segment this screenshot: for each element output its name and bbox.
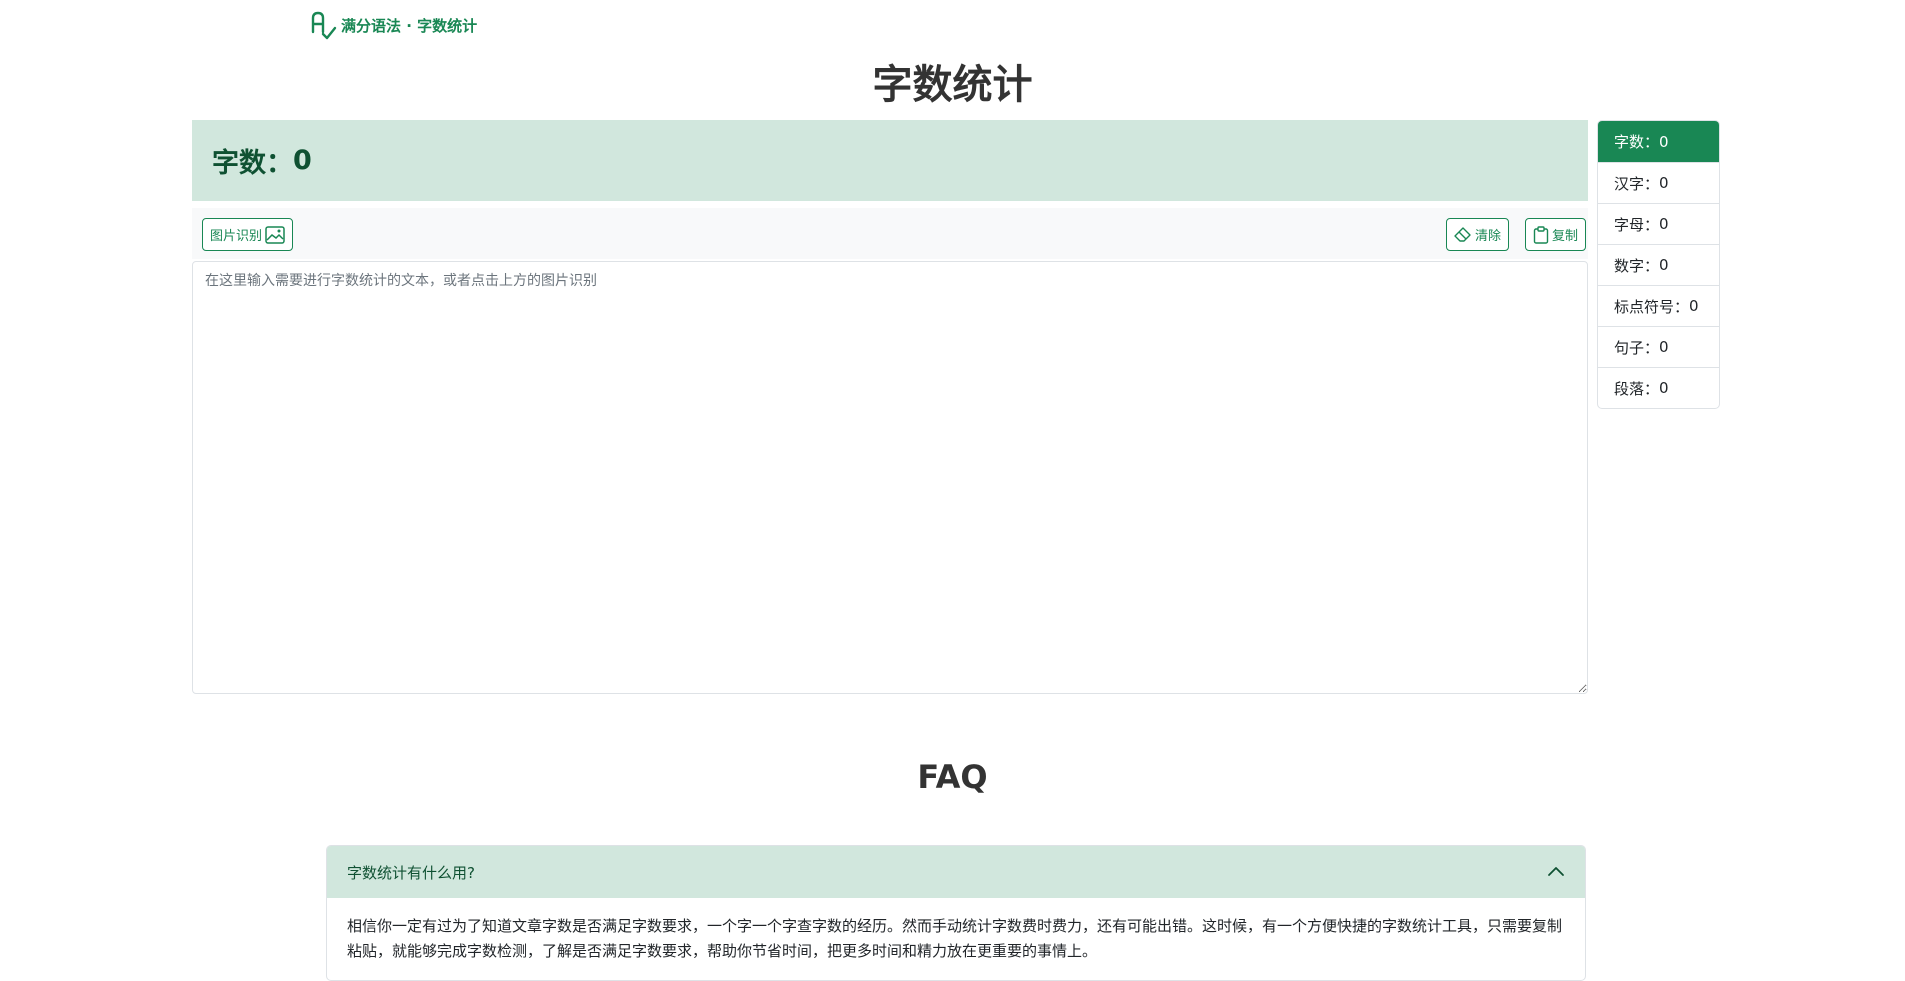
stat-total-chars: 字数： 0 (1598, 121, 1719, 162)
faq-answer: 相信你一定有过为了知道文章字数是否满足字数要求，一个字一个字查字数的经历。然而手… (347, 917, 1563, 960)
faq-question-toggle[interactable]: 字数统计有什么用? (327, 846, 1585, 898)
grammar-check-logo-icon (309, 10, 337, 40)
stat-value: 0 (1659, 379, 1669, 397)
stat-letters: 字母： 0 (1598, 203, 1719, 244)
eraser-icon (1454, 226, 1472, 243)
image-ocr-button[interactable]: 图片识别 (202, 218, 294, 251)
clipboard-icon (1533, 225, 1549, 244)
stat-sentences: 句子： 0 (1598, 326, 1719, 367)
faq-question: 字数统计有什么用? (347, 863, 475, 882)
image-icon (265, 225, 285, 244)
chevron-up-icon (1547, 863, 1565, 881)
word-count-label: 字数： (212, 148, 293, 179)
stat-label: 汉字： (1614, 174, 1660, 193)
faq-accordion-item: 字数统计有什么用? 相信你一定有过为了知道文章字数是否满足字数要求，一个字一个字… (326, 845, 1586, 981)
faq-title: FAQ (917, 758, 988, 796)
stat-value: 0 (1659, 215, 1669, 233)
stat-value: 0 (1659, 132, 1669, 151)
stats-panel: 字数： 0 汉字： 0 字母： 0 数字： 0 标点符号： 0 句子： 0 段落： 0 (1597, 120, 1720, 409)
image-ocr-label: 图片识别 (210, 229, 263, 244)
stat-punctuation: 标点符号： 0 (1598, 285, 1719, 326)
stat-value: 0 (1689, 297, 1699, 315)
brand-name: 满分语法 · 字数统计 (341, 16, 478, 35)
copy-label: 复制 (1552, 229, 1579, 244)
word-count-banner: 字数： 0 (192, 120, 1588, 201)
stat-value: 0 (1659, 174, 1669, 192)
stat-digits: 数字： 0 (1598, 244, 1719, 285)
copy-button[interactable]: 复制 (1525, 218, 1587, 251)
stat-chinese-chars: 汉字： 0 (1598, 162, 1719, 203)
stat-value: 0 (1659, 338, 1669, 356)
page-title: 字数统计 (872, 62, 1033, 108)
editor-toolbar: 图片识别 清除 复制 (192, 208, 1588, 259)
stat-label: 字母： (1614, 215, 1660, 234)
stat-paragraphs: 段落： 0 (1598, 367, 1719, 408)
clear-button[interactable]: 清除 (1446, 218, 1510, 251)
brand-logo-link[interactable]: 满分语法 · 字数统计 (309, 10, 477, 40)
clear-label: 清除 (1475, 229, 1502, 244)
stat-label: 数字： (1614, 256, 1660, 275)
text-input-area[interactable] (192, 261, 1588, 694)
word-count-value: 0 (293, 145, 312, 176)
stat-label: 字数： (1614, 133, 1660, 151)
stat-label: 标点符号： (1614, 297, 1690, 316)
stat-label: 句子： (1614, 338, 1660, 357)
stat-value: 0 (1659, 256, 1669, 274)
stat-label: 段落： (1614, 379, 1660, 398)
